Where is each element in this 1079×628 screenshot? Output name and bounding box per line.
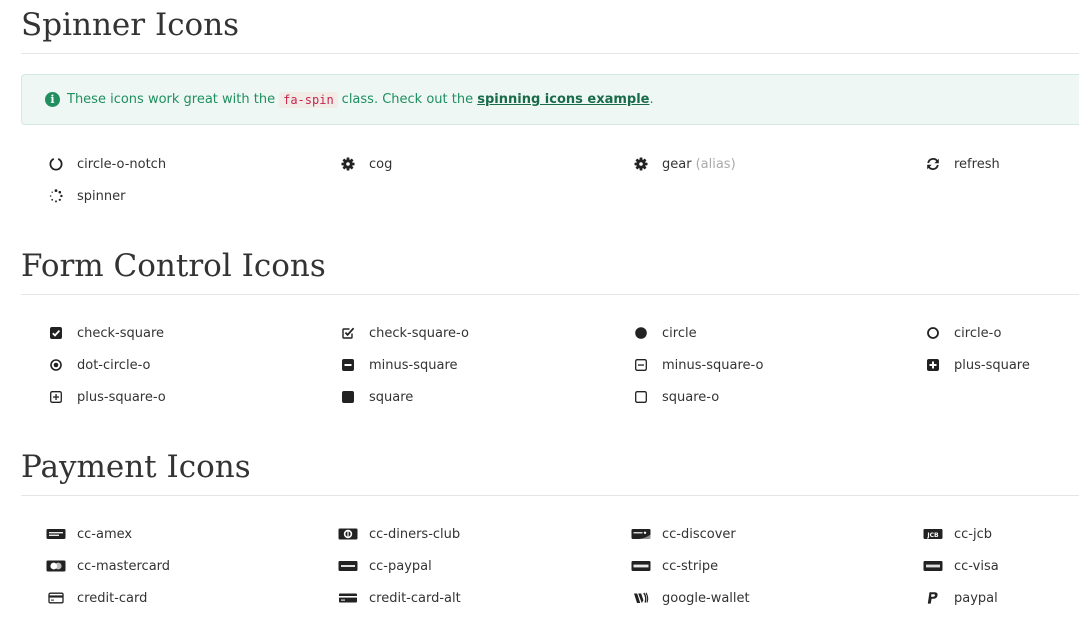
icon-label: cog (369, 156, 393, 172)
icon-item-minus-square[interactable]: minus-square (336, 355, 458, 375)
alert-text-after: . (649, 92, 654, 107)
section-divider (21, 495, 1079, 496)
check-square-icon (44, 325, 68, 341)
icon-label: spinner (77, 188, 126, 204)
icon-label: square (369, 389, 414, 405)
form-section-title: Form Control Icons (21, 248, 326, 284)
icon-item-cc-jcb[interactable]: JCB cc-jcb (921, 524, 992, 544)
dot-circle-o-icon (44, 357, 68, 373)
icon-label: circle (662, 325, 697, 341)
icon-item-paypal[interactable]: paypal (921, 588, 998, 608)
icon-item-cc-amex[interactable]: cc-amex (44, 524, 132, 544)
icon-item-refresh[interactable]: refresh (921, 154, 1000, 174)
icon-label: cc-amex (77, 526, 133, 542)
icon-label: google-wallet (662, 590, 750, 606)
cc-visa-icon (921, 558, 945, 574)
icon-item-spinner[interactable]: spinner (44, 186, 125, 206)
alias-note: (alias) (695, 156, 736, 172)
icon-label: refresh (954, 156, 1000, 172)
circle-o-notch-icon (44, 156, 68, 172)
icon-item-google-wallet[interactable]: google-wallet (629, 588, 750, 608)
icon-item-credit-card[interactable]: credit-card (44, 588, 147, 608)
minus-square-icon (336, 357, 360, 373)
icon-item-gear[interactable]: gear (alias) (629, 154, 736, 174)
cc-discover-icon (629, 526, 653, 542)
icon-item-cc-paypal[interactable]: cc-paypal (336, 556, 432, 576)
icon-label: minus-square-o (662, 357, 764, 373)
cc-stripe-icon (629, 558, 653, 574)
icon-item-plus-square-o[interactable]: plus-square-o (44, 387, 166, 407)
icon-label: paypal (954, 590, 998, 606)
icon-item-cc-mastercard[interactable]: cc-mastercard (44, 556, 170, 576)
icon-item-minus-square-o[interactable]: minus-square-o (629, 355, 763, 375)
icon-label: plus-square-o (77, 389, 166, 405)
info-alert: i These icons work great with the fa-spi… (21, 74, 1079, 125)
icon-item-cc-discover[interactable]: cc-discover (629, 524, 736, 544)
cog-icon (336, 156, 360, 172)
icon-item-circle-o[interactable]: circle-o (921, 323, 1001, 343)
spinner-section-title: Spinner Icons (21, 7, 240, 43)
icon-item-circle-o-notch[interactable]: circle-o-notch (44, 154, 166, 174)
icon-item-credit-card-alt[interactable]: credit-card-alt (336, 588, 461, 608)
icon-label: cc-diners-club (369, 526, 461, 542)
icon-label: plus-square (954, 357, 1030, 373)
alert-text-middle: class. Check out the (341, 92, 474, 107)
icon-label: minus-square (369, 357, 458, 373)
cc-diners-club-icon (336, 526, 360, 542)
svg-text:JCB: JCB (926, 532, 939, 539)
icon-item-circle[interactable]: circle (629, 323, 697, 343)
icon-item-dot-circle-o[interactable]: dot-circle-o (44, 355, 150, 375)
check-square-o-icon (336, 325, 360, 341)
icon-label: check-square-o (369, 325, 469, 341)
icon-label: square-o (662, 389, 720, 405)
icon-label: cc-jcb (954, 526, 992, 542)
icon-item-cc-diners-club[interactable]: cc-diners-club (336, 524, 460, 544)
icon-label: cc-visa (954, 558, 999, 574)
icon-label: cc-mastercard (77, 558, 171, 574)
square-o-icon (629, 389, 653, 405)
cc-amex-icon (44, 526, 68, 542)
icon-item-check-square-o[interactable]: check-square-o (336, 323, 469, 343)
alert-code: fa-spin (279, 91, 338, 108)
icon-label: dot-circle-o (77, 357, 151, 373)
credit-card-alt-icon (336, 590, 360, 606)
spinning-icons-example-link[interactable]: spinning icons example (477, 92, 649, 107)
spinner-icon (44, 188, 68, 204)
icon-item-cc-stripe[interactable]: cc-stripe (629, 556, 718, 576)
circle-o-icon (921, 325, 945, 341)
icon-label: credit-card-alt (369, 590, 461, 606)
icon-label: credit-card (77, 590, 148, 606)
payment-section-title: Payment Icons (21, 449, 251, 485)
icon-item-square-o[interactable]: square-o (629, 387, 719, 407)
circle-icon (629, 325, 653, 341)
section-divider (21, 294, 1079, 295)
minus-square-o-icon (629, 357, 653, 373)
icon-label: circle-o-notch (77, 156, 167, 172)
square-icon (336, 389, 360, 405)
section-divider (21, 53, 1079, 54)
cc-paypal-icon (336, 558, 360, 574)
gear-icon (629, 156, 653, 172)
cc-jcb-icon: JCB (921, 526, 945, 542)
info-circle-icon: i (45, 92, 60, 107)
icon-item-square[interactable]: square (336, 387, 413, 407)
icon-label: cc-stripe (662, 558, 719, 574)
cc-mastercard-icon (44, 558, 68, 574)
icon-item-plus-square[interactable]: plus-square (921, 355, 1030, 375)
icon-item-cc-visa[interactable]: cc-visa (921, 556, 999, 576)
alert-text-before: These icons work great with the (67, 92, 276, 107)
plus-square-o-icon (44, 389, 68, 405)
icon-label: circle-o (954, 325, 1002, 341)
icon-item-check-square[interactable]: check-square (44, 323, 164, 343)
icon-label: cc-discover (662, 526, 736, 542)
icon-label: cc-paypal (369, 558, 432, 574)
refresh-icon (921, 156, 945, 172)
plus-square-icon (921, 357, 945, 373)
icon-item-cog[interactable]: cog (336, 154, 392, 174)
icon-label: check-square (77, 325, 165, 341)
credit-card-icon (44, 590, 68, 606)
google-wallet-icon (629, 590, 653, 606)
icon-label: gear (662, 156, 692, 172)
paypal-icon (921, 590, 945, 606)
